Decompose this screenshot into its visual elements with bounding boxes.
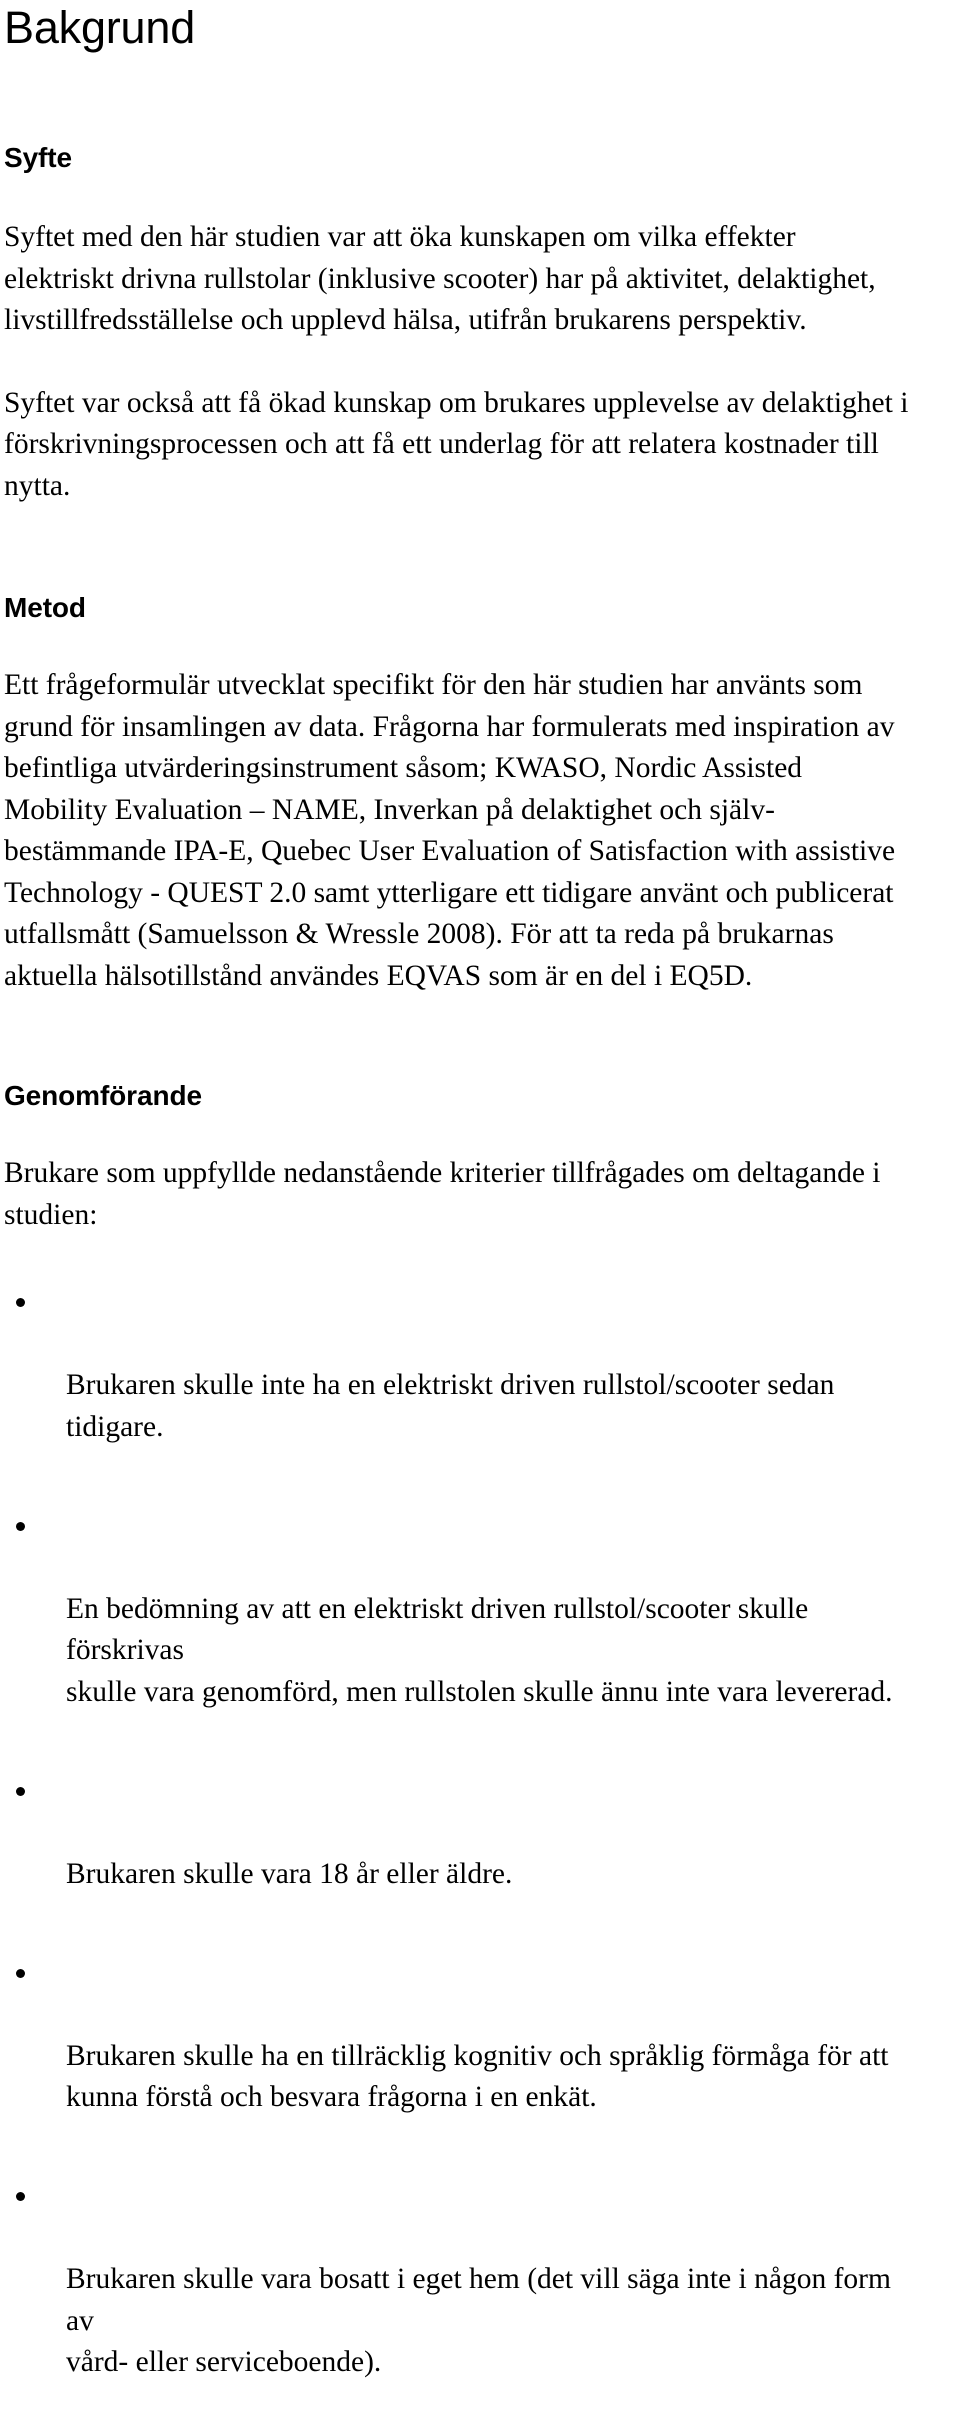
syfte-paragraph-1: Syftet med den här studien var att öka k…	[4, 221, 876, 336]
bullet-dot-icon	[16, 1298, 25, 1307]
bullet-dot-icon	[16, 1786, 25, 1796]
document-page: Bakgrund Syfte Syftet med den här studie…	[0, 0, 960, 2379]
list-item: Brukaren skulle ha en tillräcklig kognit…	[4, 1953, 920, 2161]
list-item-text: Brukaren skulle inte ha en elektriskt dr…	[66, 1369, 835, 1443]
genomforande-paragraph-1: Brukare som uppfyllde nedanstående krite…	[4, 1157, 881, 1231]
list-item: En bedömning av att en elektriskt driven…	[4, 1506, 920, 1755]
list-item: Brukaren skulle inte ha en elektriskt dr…	[4, 1282, 920, 1490]
criteria-list: Brukaren skulle inte ha en elektriskt dr…	[4, 1282, 920, 2425]
document-body: Bakgrund Syfte Syftet med den här studie…	[4, 0, 920, 2425]
syfte-paragraph-2: Syftet var också att få ökad kunskap om …	[4, 386, 909, 502]
bullet-dot-icon	[16, 1521, 25, 1531]
bullet-dot-icon	[16, 2192, 25, 2201]
list-item-text: En bedömning av att en elektriskt driven…	[66, 1592, 893, 1708]
page-title: Bakgrund	[4, 2, 196, 53]
list-item-text: Brukaren skulle vara bosatt i eget hem (…	[66, 2263, 891, 2378]
bullet-dot-icon	[16, 1968, 25, 1978]
section-heading-metod: Metod	[4, 592, 86, 623]
list-item: Brukaren skulle vara 18 år eller äldre.	[4, 1771, 920, 1937]
list-item-text: Brukaren skulle vara 18 år eller äldre.	[66, 1857, 513, 1890]
section-heading-genomforande: Genomförande	[4, 1080, 202, 1111]
list-item-text: Brukaren skulle ha en tillräcklig kognit…	[66, 2039, 889, 2114]
list-item: Brukaren skulle vara bosatt i eget hem (…	[4, 2176, 920, 2425]
section-heading-syfte: Syfte	[4, 142, 72, 173]
metod-paragraph-1: Ett frågeformulär utvecklat specifikt fö…	[4, 669, 896, 992]
